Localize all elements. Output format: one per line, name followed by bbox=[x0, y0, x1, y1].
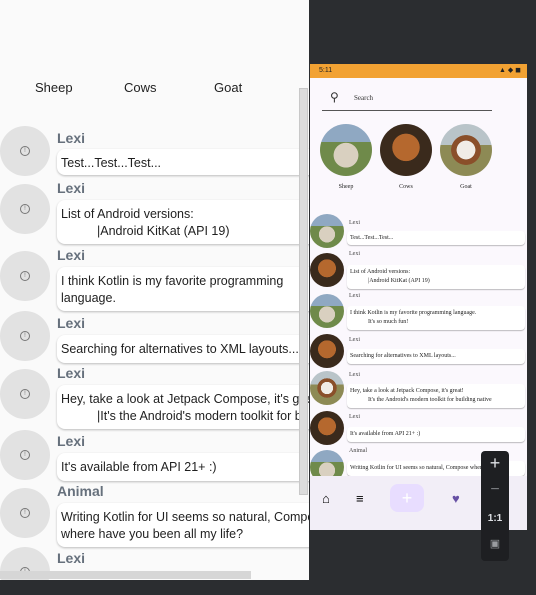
message-text: Writing Kotlin for UI seems so natural, … bbox=[350, 465, 498, 471]
message-bubble: Searching for alternatives to XML layout… bbox=[347, 349, 525, 364]
message-bubble: List of Android versions: |Android KitKat… bbox=[347, 265, 525, 289]
message-author: Lexi bbox=[349, 372, 360, 378]
fit-screen-icon[interactable]: ▣ bbox=[481, 537, 509, 550]
tab-cows[interactable]: Cows bbox=[124, 80, 157, 95]
status-time: 5:11 bbox=[319, 67, 333, 74]
category-goat-image[interactable] bbox=[440, 124, 492, 176]
message-author: Animal bbox=[57, 483, 104, 499]
message-text: I think Kotlin is my favorite programmin… bbox=[350, 310, 477, 316]
message-author: Lexi bbox=[57, 315, 86, 331]
avatar bbox=[310, 371, 344, 405]
info-icon: ! bbox=[20, 331, 30, 341]
message-text: Hey, take a look at Jetpack Compose, it'… bbox=[350, 388, 464, 394]
message-bubble: I think Kotlin is my favorite programmin… bbox=[57, 267, 309, 311]
search-placeholder: Search bbox=[354, 94, 374, 102]
message-bubble: List of Android versions: |Android KitKat… bbox=[57, 200, 309, 244]
message-author: Lexi bbox=[57, 247, 86, 263]
message-author: Lexi bbox=[57, 180, 86, 196]
avatar: ! bbox=[0, 488, 50, 538]
message-bubble: It's available from API 21+ :) bbox=[347, 427, 525, 442]
add-button[interactable]: + bbox=[390, 484, 424, 512]
category-cows-image[interactable] bbox=[380, 124, 432, 176]
info-icon: ! bbox=[20, 508, 30, 518]
message-author: Lexi bbox=[57, 130, 86, 146]
zoom-out-button[interactable]: − bbox=[481, 481, 509, 499]
message-text: Hey, take a look at Jetpack Compose, it'… bbox=[61, 392, 309, 406]
list-icon[interactable]: ≡ bbox=[356, 491, 364, 506]
message-text: Searching for alternatives to XML layout… bbox=[350, 353, 456, 359]
avatar: ! bbox=[0, 184, 50, 234]
message-text: List of Android versions: bbox=[61, 207, 194, 221]
tab-goat[interactable]: Goat bbox=[214, 80, 242, 95]
info-icon: ! bbox=[20, 450, 30, 460]
preview-panel: Sheep Cows Goat ! Lexi Test...Test...Tes… bbox=[0, 0, 309, 580]
message-bubble: It's available from API 21+ :) bbox=[57, 453, 309, 481]
avatar: ! bbox=[0, 251, 50, 301]
message-author: Lexi bbox=[57, 433, 86, 449]
zoom-reset-button[interactable]: 1:1 bbox=[481, 513, 509, 524]
message-bubble: Searching for alternatives to XML layout… bbox=[57, 335, 309, 363]
message-bubble: I think Kotlin is my favorite programmin… bbox=[347, 306, 525, 330]
zoom-in-button[interactable]: + bbox=[481, 453, 509, 474]
tab-sheep[interactable]: Sheep bbox=[35, 80, 73, 95]
message-bubble: Writing Kotlin for UI seems so natural, … bbox=[57, 503, 309, 547]
avatar: ! bbox=[0, 126, 50, 176]
avatar: ! bbox=[0, 311, 50, 361]
avatar bbox=[310, 253, 344, 287]
message-bubble: Test...Test...Test... bbox=[347, 231, 525, 245]
category-label: Sheep bbox=[338, 184, 354, 190]
avatar: ! bbox=[0, 369, 50, 419]
avatar bbox=[310, 214, 344, 248]
message-author: Lexi bbox=[349, 251, 360, 257]
search-icon: ⚲ bbox=[330, 90, 339, 104]
vertical-scrollbar[interactable] bbox=[299, 88, 308, 495]
message-text: List of Android versions: bbox=[350, 269, 411, 275]
avatar: ! bbox=[0, 430, 50, 480]
message-subtext: |It's the Android's modern toolkit for b… bbox=[97, 409, 309, 423]
avatar bbox=[310, 411, 344, 445]
category-label: Goat bbox=[460, 184, 472, 190]
message-text: Test...Test...Test... bbox=[350, 235, 394, 241]
info-icon: ! bbox=[20, 271, 30, 281]
plus-icon: + bbox=[401, 488, 413, 508]
category-label: Cows bbox=[399, 184, 413, 190]
message-text: It's available from API 21+ :) bbox=[350, 431, 421, 437]
message-text: It's available from API 21+ :) bbox=[61, 460, 217, 474]
status-icons: ▲ ◆ ◼ bbox=[498, 67, 521, 74]
message-text: Writing Kotlin for UI seems so natural, … bbox=[61, 510, 309, 524]
message-subtext: |Android KitKat (API 19) bbox=[97, 224, 230, 238]
message-bubble: Hey, take a look at Jetpack Compose, it'… bbox=[57, 385, 309, 429]
info-icon: ! bbox=[20, 389, 30, 399]
home-icon[interactable]: ⌂ bbox=[322, 491, 330, 506]
info-icon: ! bbox=[20, 146, 30, 156]
category-sheep-image[interactable] bbox=[320, 124, 372, 176]
info-icon: ! bbox=[20, 204, 30, 214]
message-author: Lexi bbox=[349, 293, 360, 299]
message-text-cont: where have you been all my life? bbox=[61, 527, 244, 541]
message-text: Searching for alternatives to XML layout… bbox=[61, 342, 299, 356]
message-author: Animal bbox=[349, 448, 367, 454]
message-author: Lexi bbox=[349, 220, 360, 226]
message-subtext: It's the Android's modern toolkit for bu… bbox=[368, 397, 492, 403]
message-author: Lexi bbox=[57, 550, 86, 566]
message-bubble: Hey, take a look at Jetpack Compose, it'… bbox=[347, 384, 525, 408]
message-author: Lexi bbox=[349, 337, 360, 343]
heart-icon[interactable]: ♥ bbox=[452, 491, 460, 506]
status-bar: 5:11 ▲ ◆ ◼ bbox=[310, 64, 527, 78]
message-bubble: Test...Test...Test... bbox=[57, 149, 309, 175]
message-text: Test...Test...Test... bbox=[61, 156, 162, 170]
search-field[interactable]: ⚲ Search bbox=[322, 88, 492, 111]
message-subtext: |Android KitKat (API 19) bbox=[368, 278, 430, 284]
message-subtext: It's so much fun! bbox=[368, 319, 409, 325]
avatar bbox=[310, 294, 344, 328]
message-author: Lexi bbox=[349, 414, 360, 420]
message-author: Lexi bbox=[57, 365, 86, 381]
zoom-controls: + − 1:1 ▣ bbox=[481, 451, 509, 561]
avatar bbox=[310, 334, 344, 368]
message-text: I think Kotlin is my favorite programmin… bbox=[61, 274, 284, 288]
horizontal-scrollbar[interactable] bbox=[0, 571, 251, 579]
message-text-cont: language. bbox=[61, 291, 116, 305]
